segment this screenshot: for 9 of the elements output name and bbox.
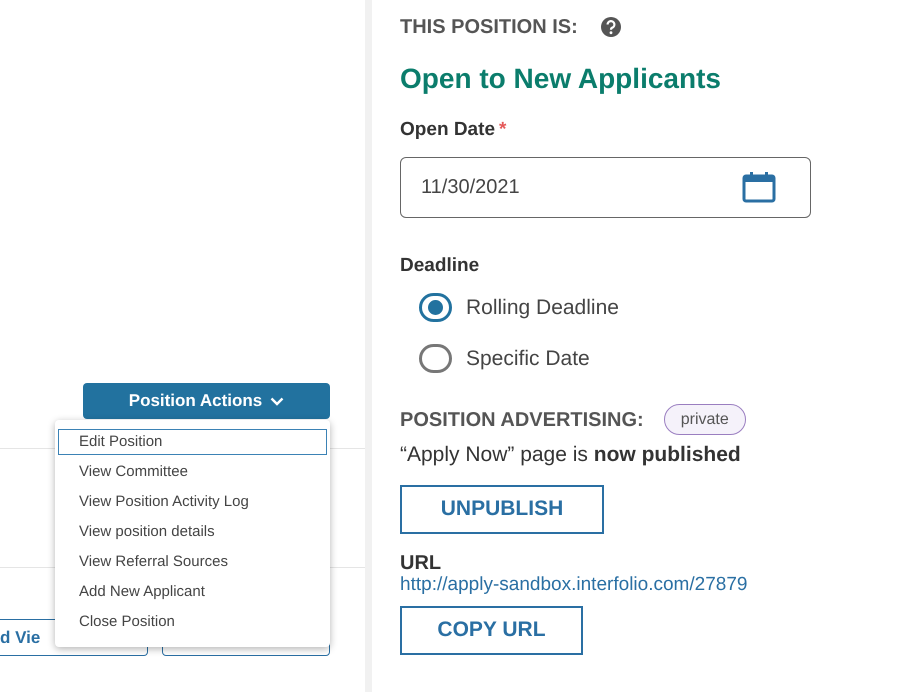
private-badge: private xyxy=(664,404,746,435)
field-label: Open Date xyxy=(400,118,496,142)
status-heading: THIS POSITION IS: xyxy=(400,15,578,40)
status-value: Open to New Applicants xyxy=(400,62,722,96)
required-mark: * xyxy=(499,118,506,142)
publish-status-text: “Apply Now” page is now published xyxy=(400,442,742,468)
advertising-heading: POSITION ADVERTISING: xyxy=(400,408,644,432)
field-label: Deadline xyxy=(400,254,480,278)
url-label: URL xyxy=(400,552,442,574)
